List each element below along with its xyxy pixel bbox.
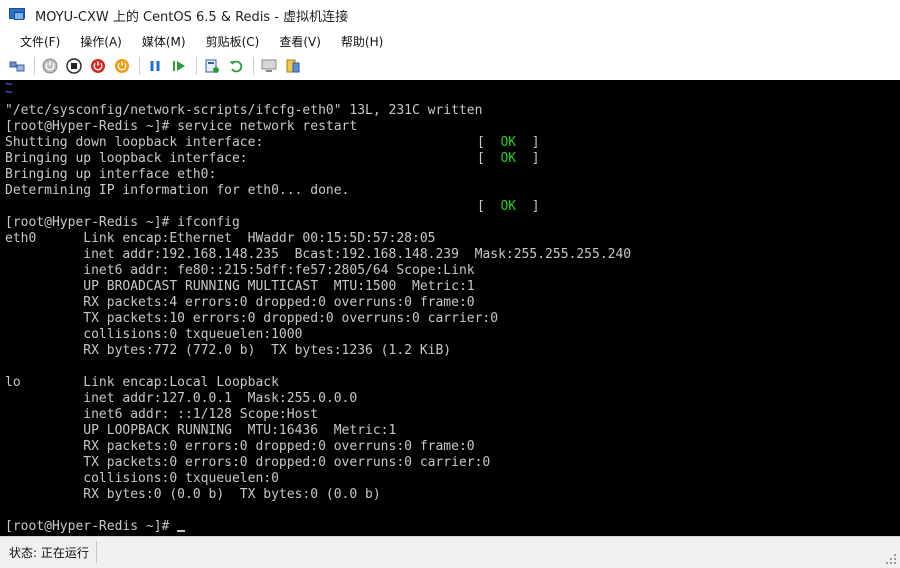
turn-off-icon[interactable] (65, 57, 83, 75)
terminal-line: UP LOOPBACK RUNNING MTU:16436 Metric:1 (5, 423, 397, 438)
terminal-line: eth0 Link encap:Ethernet HWaddr 00:15:5D… (5, 231, 436, 246)
text-cursor (177, 530, 186, 532)
ok-word: OK (500, 135, 517, 150)
terminal-line: RX bytes:0 (0.0 b) TX bytes:0 (0.0 b) (5, 487, 381, 502)
terminal-line: inet6 addr: fe80::215:5dff:fe57:2805/64 … (5, 263, 475, 278)
resume-icon[interactable] (170, 57, 188, 75)
terminal-line: Bringing up interface eth0: (5, 167, 217, 182)
ctrl-alt-del-icon[interactable] (8, 57, 26, 75)
terminal-line: collisions:0 txqueuelen:0 (5, 471, 279, 486)
menu-file[interactable]: 文件(F) (12, 33, 68, 50)
menu-help[interactable]: 帮助(H) (333, 33, 391, 50)
vm-connection-icon (9, 7, 27, 23)
checkpoint-icon[interactable] (203, 57, 221, 75)
window-title: MOYU-CXW 上的 CentOS 6.5 & Redis - 虚拟机连接 (35, 9, 349, 25)
status-separator (96, 541, 97, 563)
terminal-line: UP BROADCAST RUNNING MULTICAST MTU:1500 … (5, 279, 475, 294)
title-bar: MOYU-CXW 上的 CentOS 6.5 & Redis - 虚拟机连接 (0, 0, 900, 30)
toolbar-separator (253, 57, 254, 75)
terminal-line: inet addr:127.0.0.1 Mask:255.0.0.0 (5, 391, 358, 406)
menu-action[interactable]: 操作(A) (72, 33, 130, 50)
resize-grip-icon[interactable] (886, 554, 896, 564)
toolbar-separator (196, 57, 197, 75)
ok-word: OK (500, 151, 517, 166)
vm-console[interactable]: ~ ~ "/etc/sysconfig/network-scripts/ifcf… (0, 80, 900, 536)
revert-icon[interactable] (227, 57, 245, 75)
toolbar (0, 52, 900, 80)
vm-status-text: 状态: 正在运行 (9, 546, 89, 560)
terminal-line: inet6 addr: ::1/128 Scope:Host (5, 407, 319, 422)
terminal-line: ~ (5, 85, 13, 100)
share-icon[interactable] (284, 57, 302, 75)
ok-word: OK (500, 199, 517, 214)
ok-mark: [ OK ] (477, 151, 540, 166)
toolbar-separator (139, 57, 140, 75)
terminal-line: TX packets:10 errors:0 dropped:0 overrun… (5, 311, 499, 326)
toolbar-separator (34, 57, 35, 75)
menu-media[interactable]: 媒体(M) (134, 33, 194, 50)
status-bar: 状态: 正在运行 (0, 536, 900, 568)
pause-icon[interactable] (146, 57, 164, 75)
ok-status: [ OK ] (477, 135, 540, 151)
start-icon[interactable] (41, 57, 59, 75)
enhanced-session-icon[interactable] (260, 57, 278, 75)
terminal-line: inet addr:192.168.148.235 Bcast:192.168.… (5, 247, 632, 262)
terminal-line: "/etc/sysconfig/network-scripts/ifcfg-et… (5, 103, 483, 118)
save-icon[interactable] (113, 57, 131, 75)
ok-mark: [ OK ] (477, 135, 540, 150)
ok-status: [ OK ] (477, 199, 540, 215)
terminal-line: RX bytes:772 (772.0 b) TX bytes:1236 (1.… (5, 343, 452, 358)
shutdown-icon[interactable] (89, 57, 107, 75)
terminal-line: lo Link encap:Local Loopback (5, 375, 279, 390)
terminal-line: Shutting down loopback interface: (5, 135, 264, 150)
terminal-line: Determining IP information for eth0... d… (5, 183, 350, 198)
terminal-prompt-text: [root@Hyper-Redis ~]# (5, 519, 178, 534)
menu-clipboard[interactable]: 剪贴板(C) (198, 33, 268, 50)
menu-bar: 文件(F) 操作(A) 媒体(M) 剪贴板(C) 查看(V) 帮助(H) (0, 30, 900, 52)
terminal-line: [root@Hyper-Redis ~]# ifconfig (5, 215, 240, 230)
ok-status: [ OK ] (477, 151, 540, 167)
terminal-line: RX packets:4 errors:0 dropped:0 overruns… (5, 295, 475, 310)
ok-mark: [ OK ] (477, 199, 540, 214)
terminal-line: Bringing up loopback interface: (5, 151, 248, 166)
terminal-line: RX packets:0 errors:0 dropped:0 overruns… (5, 439, 475, 454)
terminal-line: TX packets:0 errors:0 dropped:0 overruns… (5, 455, 491, 470)
terminal-line: collisions:0 txqueuelen:1000 (5, 327, 303, 342)
terminal-line: [root@Hyper-Redis ~]# service network re… (5, 119, 358, 134)
menu-view[interactable]: 查看(V) (271, 33, 329, 50)
terminal-prompt[interactable]: [root@Hyper-Redis ~]# (5, 519, 186, 535)
